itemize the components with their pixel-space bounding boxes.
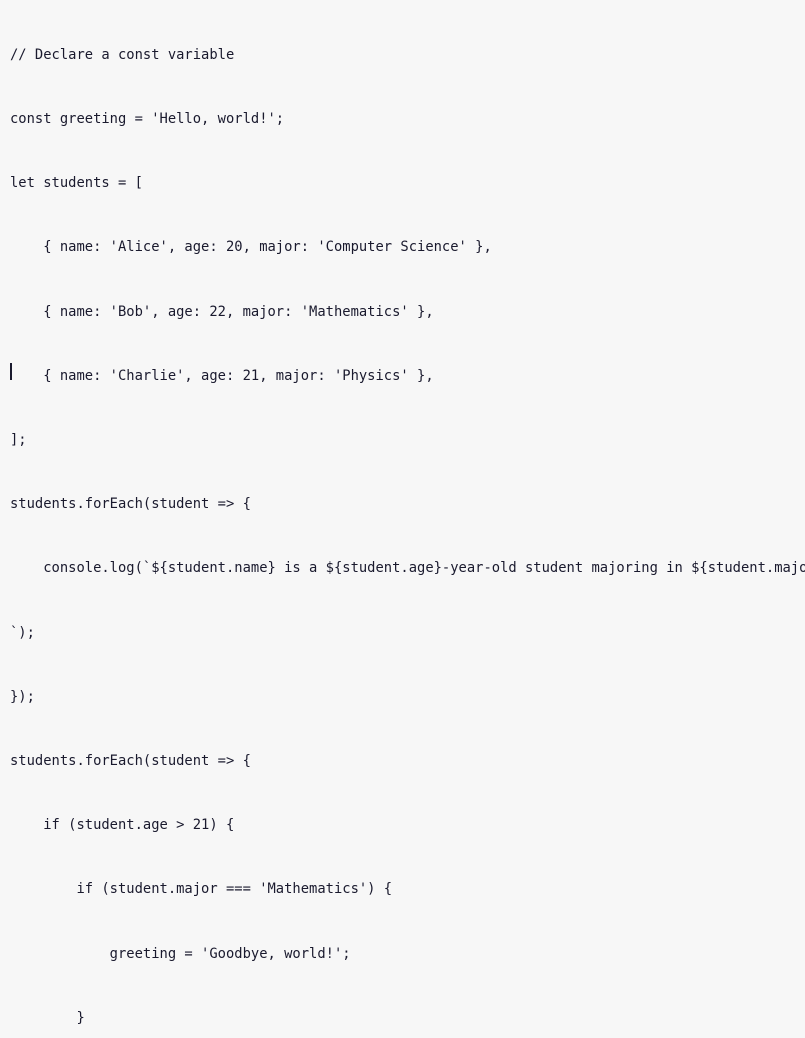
- code-line: { name: 'Alice', age: 20, major: 'Comput…: [10, 239, 492, 256]
- code-line: const greeting = 'Hello, world!';: [10, 111, 285, 128]
- code-line: // Declare a const variable: [10, 46, 235, 63]
- code-text-area[interactable]: // Declare a const variable const greeti…: [10, 2, 805, 1038]
- code-line: if (student.age > 21) {: [10, 817, 235, 834]
- code-line: ];: [10, 432, 27, 449]
- code-line: { name: 'Bob', age: 22, major: 'Mathemat…: [10, 303, 434, 320]
- code-line: }: [10, 1009, 85, 1026]
- code-line: if (student.major === 'Mathematics') {: [10, 881, 393, 898]
- code-line: });: [10, 688, 35, 705]
- code-line: `);: [10, 624, 35, 641]
- code-editor[interactable]: // Declare a const variable const greeti…: [0, 0, 805, 1026]
- code-line: console.log(`${student.name} is a ${stud…: [10, 560, 805, 577]
- code-line: students.forEach(student => {: [10, 496, 251, 513]
- code-line: greeting = 'Goodbye, world!';: [10, 945, 351, 962]
- code-line: let students = [: [10, 175, 143, 192]
- text-caret: [10, 363, 12, 380]
- code-line: { name: 'Charlie', age: 21, major: 'Phys…: [10, 367, 434, 384]
- code-line: students.forEach(student => {: [10, 753, 251, 770]
